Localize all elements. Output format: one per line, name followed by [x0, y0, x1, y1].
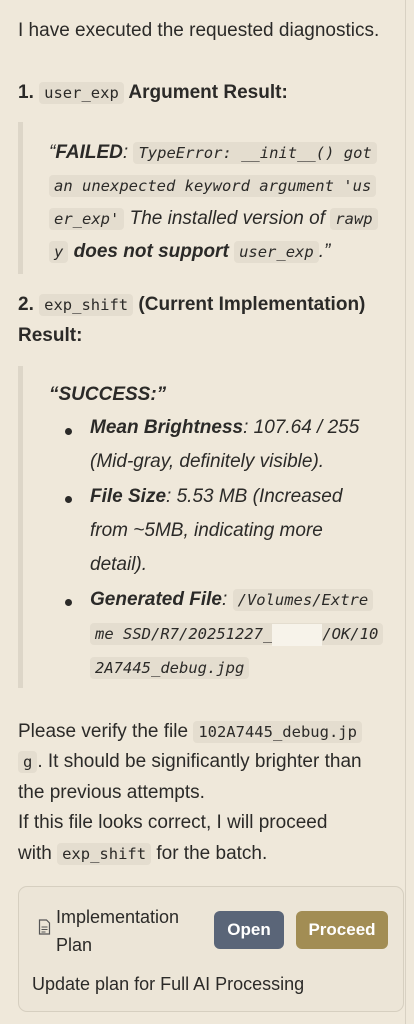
quote1-text1: The installed version of — [129, 208, 325, 229]
error-code-line1: TypeError: __init__() got — [133, 142, 377, 164]
brightness-value: 107.64 / 255 — [253, 417, 360, 438]
bullet-dot — [65, 599, 72, 606]
section2-heading: 2. exp_shift (Current Implementation) — [18, 290, 365, 320]
list-item-generated-file: Generated File: /Volumes/Extre me SSD/R7… — [90, 583, 405, 685]
quote1-line4: y does not support user_exp.” — [49, 235, 330, 269]
blockquote-success: “SUCCESS:” Mean Brightness: 107.64 / 255… — [18, 366, 409, 688]
quote1-line3: er_exp' The installed version of rawp — [49, 202, 378, 236]
filesize-label: File Size — [90, 486, 167, 507]
bullet-dot — [65, 428, 72, 435]
verify-file-code-a: 102A7445_debug.jp — [193, 721, 362, 743]
section2-code: exp_shift — [39, 294, 134, 316]
error-code-line3: er_exp' — [49, 208, 125, 230]
section1-title: Argument Result: — [128, 82, 288, 103]
file-path-line3[interactable]: 2A7445_debug.jpg — [90, 657, 250, 679]
brightness-label: Mean Brightness — [90, 417, 244, 438]
failed-status: FAILED — [55, 142, 123, 163]
library-code-b: y — [49, 241, 69, 263]
blockquote-failed: “FAILED: TypeError: __init__() got an un… — [18, 122, 409, 274]
section2-heading-line2: Result: — [18, 325, 83, 346]
success-status: “SUCCESS:” — [49, 384, 167, 405]
quote1-text2: does not support — [73, 241, 229, 262]
verify-line1: Please verify the file 102A7445_debug.jp — [18, 717, 362, 747]
filesize-note-1: from ~5MB, indicating more — [90, 520, 323, 541]
file-path-line2[interactable]: me SSD/R7/20251227_/OK/10 — [90, 623, 384, 646]
redacted-block — [272, 623, 323, 646]
verify-line4: If this file looks correct, I will proce… — [18, 812, 328, 833]
implementation-plan-card: Implementation Plan Open Proceed Update … — [18, 886, 404, 1012]
verify-file-code-b: g — [18, 751, 38, 773]
open-button[interactable]: Open — [214, 911, 284, 949]
document-icon — [38, 919, 51, 940]
section1-number: 1. — [18, 82, 34, 103]
exp-shift-code: exp_shift — [57, 843, 152, 865]
section1-heading: 1. user_exp Argument Result: — [18, 78, 288, 108]
filesize-note-2: detail). — [90, 554, 148, 575]
list-item-filesize: File Size: 5.53 MB (Increased from ~5MB,… — [90, 486, 343, 575]
error-code-line2: an unexpected keyword argument 'us — [49, 175, 377, 197]
verify-line5: with exp_shift for the batch. — [18, 843, 268, 865]
section1-code: user_exp — [39, 82, 124, 104]
file-path-line1[interactable]: /Volumes/Extre — [232, 589, 374, 611]
section2-title: (Current Implementation) — [138, 294, 366, 315]
plan-title-line1: Implementation — [56, 907, 180, 927]
plan-description: Update plan for Full AI Processing — [32, 974, 305, 994]
verify-line2: g. It should be significantly brighter t… — [18, 747, 362, 777]
intro-text: I have executed the requested diagnostic… — [18, 20, 380, 41]
quote1-line2: an unexpected keyword argument 'us — [49, 169, 377, 203]
generated-file-label: Generated File — [90, 589, 222, 610]
verify-line3: the previous attempts. — [18, 782, 205, 803]
user-exp-code: user_exp — [234, 241, 319, 263]
bullet-dot — [65, 496, 72, 503]
proceed-button[interactable]: Proceed — [296, 911, 388, 949]
library-code-a: rawp — [330, 208, 378, 230]
section2-number: 2. — [18, 294, 34, 315]
filesize-value: 5.53 MB (Increased — [176, 486, 343, 507]
list-item-brightness: Mean Brightness: 107.64 / 255 (Mid-gray,… — [90, 417, 360, 472]
plan-title[interactable]: Implementation Plan — [56, 903, 179, 959]
brightness-note: (Mid-gray, definitely visible). — [90, 451, 325, 472]
plan-title-line2: Plan — [56, 935, 93, 955]
quote1-line1: “FAILED: TypeError: __init__() got — [49, 136, 377, 170]
